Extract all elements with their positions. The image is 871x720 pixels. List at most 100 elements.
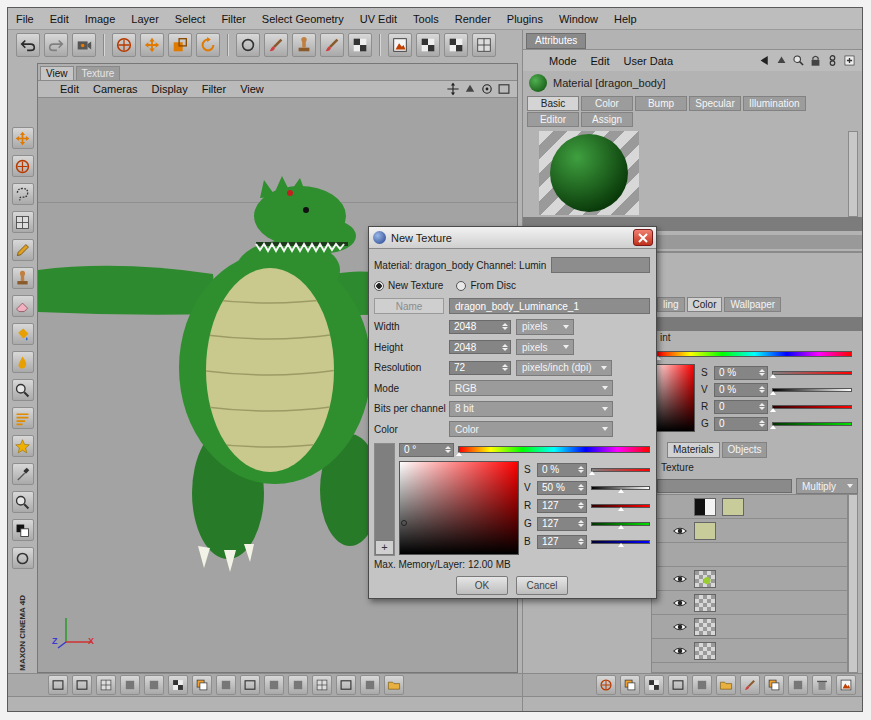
tool-button[interactable] (388, 33, 412, 57)
tool-button[interactable] (120, 675, 140, 695)
color-slider[interactable]: G0 (701, 415, 852, 432)
menu-item[interactable]: Render (455, 13, 491, 25)
tool-button[interactable] (644, 675, 664, 695)
tool-button[interactable] (112, 33, 136, 57)
color-slider[interactable]: G127 (524, 515, 650, 533)
tool-button[interactable] (12, 379, 34, 401)
color-slider[interactable]: V0 % (701, 381, 852, 398)
option-dropdown[interactable]: Color (449, 421, 613, 437)
tool-button[interactable] (596, 675, 616, 695)
color-slider[interactable]: R0 (701, 398, 852, 415)
size-field[interactable]: 72 (449, 361, 511, 375)
source-radio[interactable]: New Texture (374, 280, 443, 291)
tool-button[interactable] (264, 675, 284, 695)
tool-button[interactable] (72, 675, 92, 695)
add-swatch-button[interactable]: + (375, 540, 394, 555)
slider-value[interactable]: 0 % (714, 383, 768, 397)
tool-button[interactable] (740, 675, 760, 695)
tool-button[interactable] (144, 675, 164, 695)
tool-button[interactable] (12, 463, 34, 485)
tool-button[interactable] (336, 675, 356, 695)
layers-tab[interactable]: Materials (667, 442, 720, 458)
tool-button[interactable] (12, 183, 34, 205)
tool-button[interactable] (12, 435, 34, 457)
viewport-menu-item[interactable]: Display (152, 83, 188, 95)
viewport-menu-item[interactable]: Filter (202, 83, 226, 95)
color-slider[interactable]: S0 % (701, 364, 852, 381)
attributes-page-tab[interactable]: Editor (527, 112, 579, 127)
tool-button[interactable] (692, 675, 712, 695)
slider-value[interactable]: 127 (537, 499, 587, 513)
layer-field[interactable] (657, 479, 792, 493)
close-button[interactable] (633, 229, 653, 246)
slider-value[interactable]: 127 (537, 535, 587, 549)
dialog-button[interactable]: OK (456, 576, 508, 595)
layer-row[interactable] (652, 591, 847, 615)
slider-value[interactable]: 0 (714, 400, 768, 414)
menu-item[interactable]: Edit (50, 13, 69, 25)
tool-button[interactable] (48, 675, 68, 695)
menu-item[interactable]: Plugins (507, 13, 543, 25)
tool-button[interactable] (360, 675, 380, 695)
color-slider[interactable]: V50 % (524, 479, 650, 497)
tool-button[interactable] (788, 675, 808, 695)
tool-button[interactable] (140, 33, 164, 57)
color-field[interactable] (651, 364, 695, 432)
viewport-tab[interactable]: View (40, 66, 74, 80)
tool-button[interactable] (12, 323, 34, 345)
layer-row[interactable] (652, 639, 847, 663)
viewport-menu-item[interactable]: Cameras (93, 83, 138, 95)
viewport-menu-item[interactable]: Edit (60, 83, 79, 95)
layer-row[interactable] (652, 519, 847, 543)
tool-button[interactable] (620, 675, 640, 695)
attributes-page-tab[interactable]: Bump (635, 96, 687, 111)
tool-button[interactable] (288, 675, 308, 695)
layer-row[interactable] (652, 615, 847, 639)
tool-button[interactable] (96, 675, 116, 695)
color-panel-tab[interactable]: Color (687, 297, 723, 312)
tool-button[interactable] (196, 33, 220, 57)
slider-value[interactable]: 0 % (714, 366, 768, 380)
tool-button[interactable] (12, 295, 34, 317)
tool-button[interactable] (16, 33, 40, 57)
menu-item[interactable]: Select (175, 13, 206, 25)
attributes-menu-item[interactable]: Mode (549, 55, 577, 67)
tool-button[interactable] (348, 33, 372, 57)
tool-button[interactable] (292, 33, 316, 57)
layer-row[interactable] (652, 495, 847, 519)
tool-button[interactable] (168, 675, 188, 695)
source-radio[interactable]: From Disc (456, 280, 516, 291)
tool-button[interactable] (416, 33, 440, 57)
size-field[interactable]: 2048 (449, 320, 511, 334)
tool-button[interactable] (836, 675, 856, 695)
tool-button[interactable] (12, 351, 34, 373)
menu-item[interactable]: Window (559, 13, 598, 25)
name-button[interactable]: Name (374, 298, 444, 314)
tool-button[interactable] (236, 33, 260, 57)
color-slider[interactable]: S0 % (524, 461, 650, 479)
unit-dropdown[interactable]: pixels/inch (dpi) (516, 360, 612, 376)
menu-item[interactable]: Select Geometry (262, 13, 344, 25)
color-field[interactable] (399, 461, 519, 555)
unit-dropdown[interactable]: pixels (516, 339, 574, 355)
attributes-page-tab[interactable]: Basic (527, 96, 579, 111)
viewport-tab[interactable]: Texture (76, 66, 121, 80)
tool-button[interactable] (12, 127, 34, 149)
option-dropdown[interactable]: 8 bit (449, 401, 613, 417)
color-panel-tab[interactable]: Wallpaper (724, 297, 781, 312)
color-swatch[interactable]: + (374, 443, 395, 556)
attributes-page-tab[interactable]: Illumination (743, 96, 806, 111)
tool-button[interactable] (12, 267, 34, 289)
unit-dropdown[interactable]: pixels (516, 319, 574, 335)
viewport-menu-item[interactable]: View (240, 83, 264, 95)
scrollbar[interactable] (848, 131, 858, 217)
tool-button[interactable] (12, 211, 34, 233)
tool-button[interactable] (668, 675, 688, 695)
tool-button[interactable] (12, 155, 34, 177)
tool-button[interactable] (44, 33, 68, 57)
tool-button[interactable] (216, 675, 236, 695)
size-field[interactable]: 2048 (449, 340, 511, 354)
color-panel-tab[interactable]: ling (657, 297, 685, 312)
menu-item[interactable]: Help (614, 13, 637, 25)
menu-item[interactable]: UV Edit (360, 13, 397, 25)
